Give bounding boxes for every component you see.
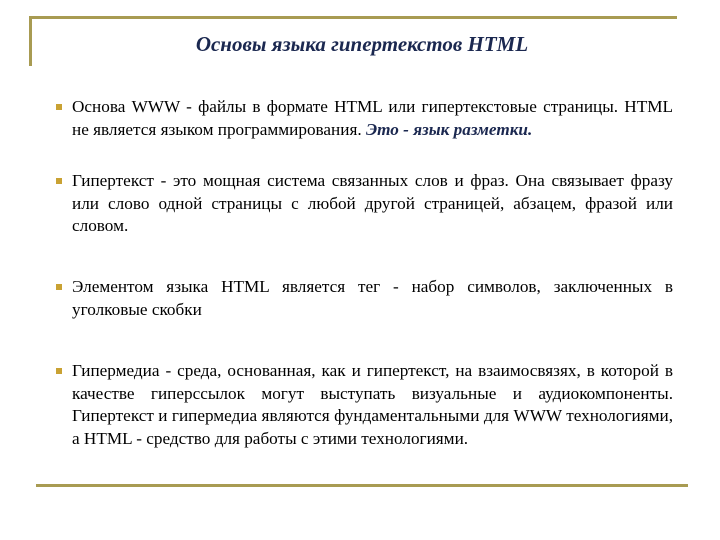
square-bullet-icon: [56, 178, 62, 184]
list-item-text: Гипермедиа - среда, основанная, как и ги…: [72, 361, 673, 448]
frame-bottom-line: [36, 484, 688, 487]
square-bullet-icon: [56, 368, 62, 374]
list-item: Основа WWW - файлы в формате HTML или ги…: [56, 96, 673, 141]
list-item-text: Элементом языка HTML является тег - набо…: [72, 277, 673, 319]
square-bullet-icon: [56, 284, 62, 290]
square-bullet-icon: [56, 104, 62, 110]
list-item: Гипертекст - это мощная система связанны…: [56, 170, 673, 238]
list-item-emphasis: Это - язык разметки.: [365, 119, 533, 139]
frame-top-line: [29, 16, 677, 19]
list-item-text: Гипертекст - это мощная система связанны…: [72, 171, 673, 235]
slide-title: Основы языка гипертекстов HTML: [195, 32, 529, 56]
list-item: Элементом языка HTML является тег - набо…: [56, 276, 673, 321]
list-item: Гипермедиа - среда, основанная, как и ги…: [56, 360, 673, 450]
